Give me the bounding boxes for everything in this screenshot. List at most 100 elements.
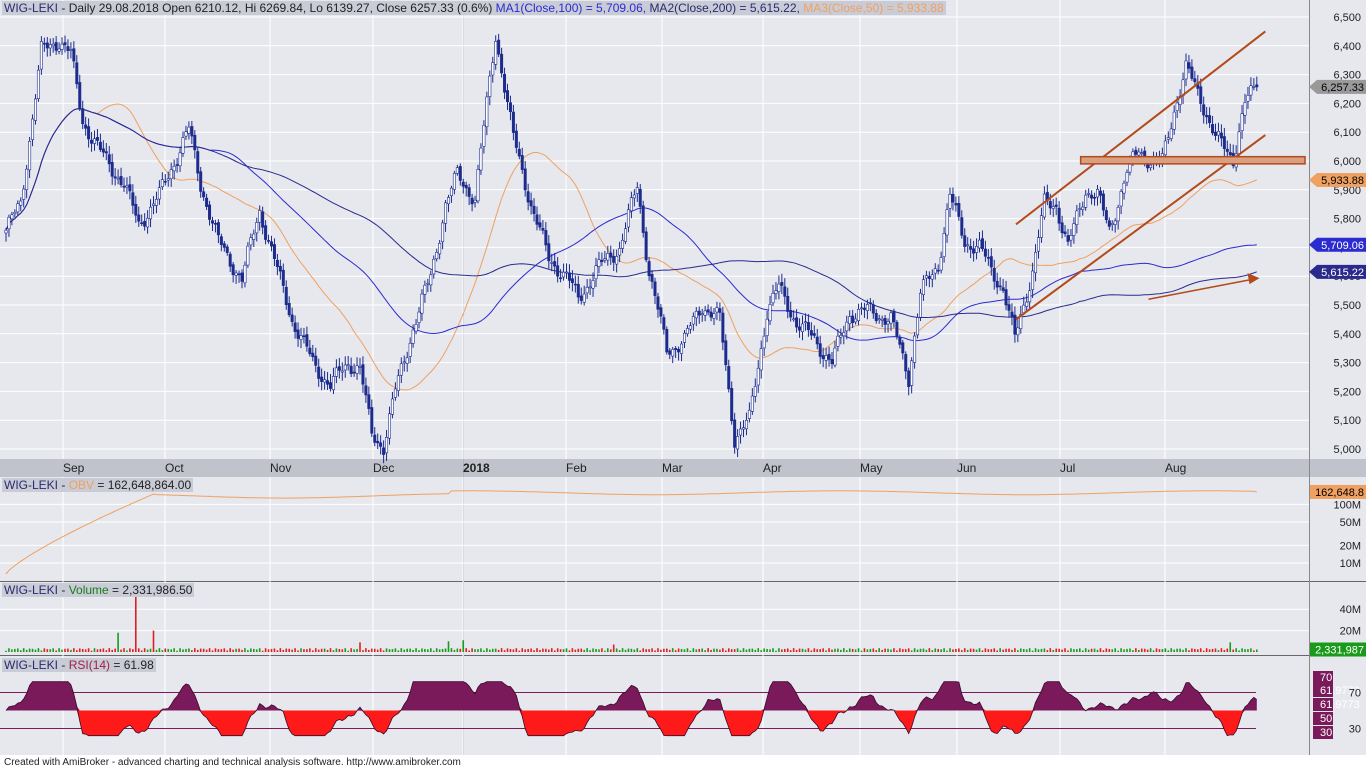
- candle-body: [615, 256, 619, 265]
- candle-body: [1205, 114, 1209, 118]
- candle-body: [789, 310, 793, 318]
- candle-body: [287, 303, 291, 316]
- candle-body: [343, 364, 347, 371]
- volume-bar: [512, 649, 515, 652]
- volume-bar: [403, 649, 406, 652]
- volume-bar: [217, 649, 220, 652]
- candle-body: [511, 111, 515, 133]
- volume-bar: [648, 649, 650, 652]
- candle-body: [535, 214, 539, 225]
- candle-body: [609, 252, 613, 258]
- volume-bar: [202, 648, 205, 652]
- volume-bar: [486, 648, 488, 652]
- volume-bar: [975, 649, 978, 652]
- close-value-tag: 6,257.33: [1321, 82, 1364, 94]
- candle-body: [948, 193, 952, 209]
- volume-bar: [834, 648, 836, 652]
- candle-body: [1054, 204, 1058, 207]
- volume-bar: [347, 650, 349, 652]
- candle-body: [706, 309, 710, 313]
- volume-bar: [143, 648, 146, 652]
- volume-bar: [1108, 648, 1111, 652]
- volume-bar: [1214, 648, 1217, 652]
- volume-bar: [185, 648, 187, 652]
- candle-body: [364, 385, 368, 396]
- volume-bar: [1197, 649, 1199, 652]
- volume-bar: [789, 650, 792, 652]
- candle-body: [780, 282, 784, 286]
- candle-body: [1028, 290, 1032, 303]
- candle-body: [1104, 210, 1108, 220]
- volume-bar: [778, 648, 780, 652]
- volume-bar: [542, 648, 544, 652]
- candle-body: [833, 347, 837, 366]
- chart[interactable]: 6,5006,4006,3006,2006,1006,0005,9005,800…: [0, 0, 1366, 769]
- candle-body: [877, 318, 881, 321]
- candle-body: [4, 229, 8, 234]
- volume-bar: [1235, 648, 1237, 652]
- candle-body: [1166, 137, 1170, 140]
- candle-body: [880, 318, 884, 321]
- volume-bar: [881, 649, 883, 652]
- candle-body: [293, 322, 297, 332]
- candle-body: [249, 237, 253, 246]
- month-label: May: [860, 461, 883, 475]
- candle-body: [314, 355, 318, 366]
- candle-body: [449, 187, 453, 197]
- volume-bar: [763, 648, 765, 652]
- candle-body: [1025, 301, 1029, 307]
- volume-bar: [775, 650, 777, 652]
- volume-bar: [96, 649, 99, 652]
- month-strip: [0, 459, 1366, 477]
- candle-body: [128, 184, 132, 192]
- volume-bar: [105, 650, 108, 652]
- candle-body: [305, 334, 309, 347]
- candle-body: [618, 248, 622, 256]
- candle-body: [800, 323, 804, 333]
- candle-body: [621, 239, 625, 249]
- ma200-value-tag: 5,615.22: [1321, 267, 1364, 279]
- volume-bar: [441, 648, 444, 652]
- candle-body: [591, 280, 595, 289]
- volume-header-label: Volume: [68, 583, 109, 597]
- candle-body: [267, 240, 271, 242]
- volume-bar: [969, 648, 972, 652]
- candle-body: [532, 205, 536, 214]
- candle-body: [656, 296, 660, 310]
- volume-bar: [910, 650, 913, 652]
- volume-bar: [176, 650, 178, 652]
- volume-bar: [1064, 648, 1066, 652]
- obv-tick-label: 50M: [1340, 517, 1361, 529]
- candle-body: [918, 292, 922, 318]
- volume-bar: [621, 648, 624, 652]
- volume-bar: [1146, 649, 1149, 652]
- volume-bar: [1117, 650, 1119, 652]
- volume-bar: [851, 648, 854, 652]
- candle-body: [680, 343, 684, 354]
- candle-body: [992, 267, 996, 282]
- volume-bar: [1105, 648, 1108, 652]
- candle-body: [859, 307, 863, 310]
- volume-bar: [267, 649, 270, 652]
- candle-body: [969, 246, 973, 250]
- price-tick-label: 5,200: [1333, 386, 1361, 398]
- candle-body: [544, 230, 548, 246]
- candle-body: [444, 202, 448, 224]
- volume-bar: [807, 648, 810, 652]
- volume-bar: [663, 648, 665, 652]
- volume-bar: [645, 649, 647, 652]
- volume-bar: [633, 649, 636, 652]
- candle-body: [355, 365, 359, 374]
- candle-body: [1084, 194, 1088, 208]
- volume-bar: [972, 648, 975, 652]
- volume-bar: [497, 649, 500, 652]
- volume-bar: [309, 648, 311, 652]
- volume-bar: [317, 649, 320, 652]
- volume-bar: [612, 644, 615, 652]
- candle-body: [1252, 86, 1256, 88]
- volume-bar: [17, 648, 19, 652]
- candle-body: [895, 321, 899, 337]
- volume-bar: [170, 649, 172, 652]
- candle-body: [134, 204, 138, 216]
- candle-body: [476, 169, 480, 202]
